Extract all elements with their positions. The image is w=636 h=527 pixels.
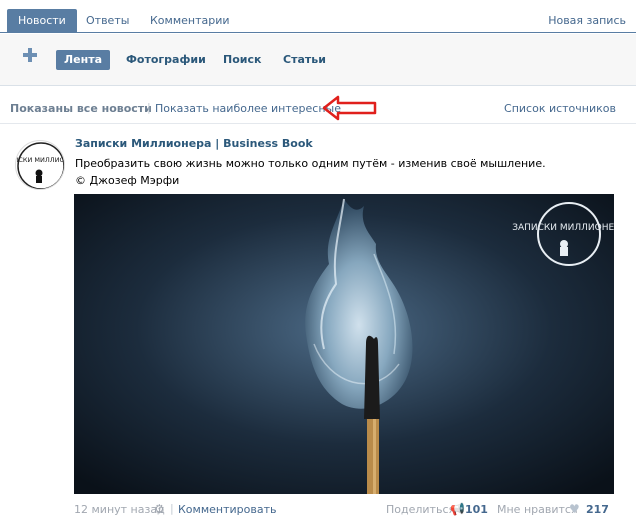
share-count: 101	[465, 503, 488, 516]
filter-separator: |	[147, 101, 151, 114]
svg-text:ЗАПИСКИ МИЛЛИОНЕРА: ЗАПИСКИ МИЛЛИОНЕРА	[16, 156, 65, 164]
feed-subnav: Лента Фотографии Поиск Статьи	[0, 34, 636, 86]
filter-interesting-link[interactable]: Показать наиболее интересные	[155, 102, 341, 115]
post-image[interactable]: ЗАПИСКИ МИЛЛИОНЕРА	[74, 194, 614, 494]
tab-news[interactable]: Новости	[7, 9, 77, 33]
svg-text:ЗАПИСКИ МИЛЛИОНЕРА: ЗАПИСКИ МИЛЛИОНЕРА	[512, 223, 614, 233]
plus-icon[interactable]	[22, 47, 38, 63]
author-avatar[interactable]: ЗАПИСКИ МИЛЛИОНЕРА	[15, 140, 65, 190]
sources-list-link[interactable]: Список источников	[504, 102, 616, 115]
megaphone-icon[interactable]: 📢	[450, 502, 465, 516]
filter-all-news: Показаны все новости	[10, 102, 152, 115]
comment-link[interactable]: Комментировать	[178, 503, 276, 516]
post-text-line: Преобразить свою жизнь можно только одни…	[75, 157, 546, 170]
like-button[interactable]: Мне нравится	[497, 503, 578, 516]
left-arrow-icon	[322, 95, 377, 121]
tab-answers[interactable]: Ответы	[75, 9, 140, 33]
share-button[interactable]: Поделиться	[386, 503, 455, 516]
heart-icon[interactable]: ♥	[569, 502, 580, 516]
post-quote-author: © Джозеф Мэрфи	[75, 174, 180, 187]
post-author-link[interactable]: Записки Миллионера | Business Book	[75, 137, 313, 150]
post-text: Преобразить свою жизнь можно только одни…	[75, 155, 546, 189]
new-post-link[interactable]: Новая запись	[548, 9, 626, 33]
post-time[interactable]: 12 минут назад	[74, 503, 165, 516]
like-count: 217	[586, 503, 609, 516]
subnav-search[interactable]: Поиск	[215, 50, 269, 70]
subnav-photos[interactable]: Фотографии	[118, 50, 214, 70]
filter-bar: Показаны все новости | Показать наиболее…	[0, 86, 636, 124]
post-footer: 12 минут назад ⚙ | Комментировать Подели…	[74, 500, 614, 520]
footer-separator: |	[170, 502, 174, 515]
tab-comments[interactable]: Комментарии	[139, 9, 241, 33]
gear-icon[interactable]: ⚙	[154, 502, 165, 516]
top-tabs: Новости Ответы Комментарии Новая запись	[0, 0, 636, 33]
subnav-articles[interactable]: Статьи	[275, 50, 334, 70]
subnav-feed[interactable]: Лента	[56, 50, 110, 70]
